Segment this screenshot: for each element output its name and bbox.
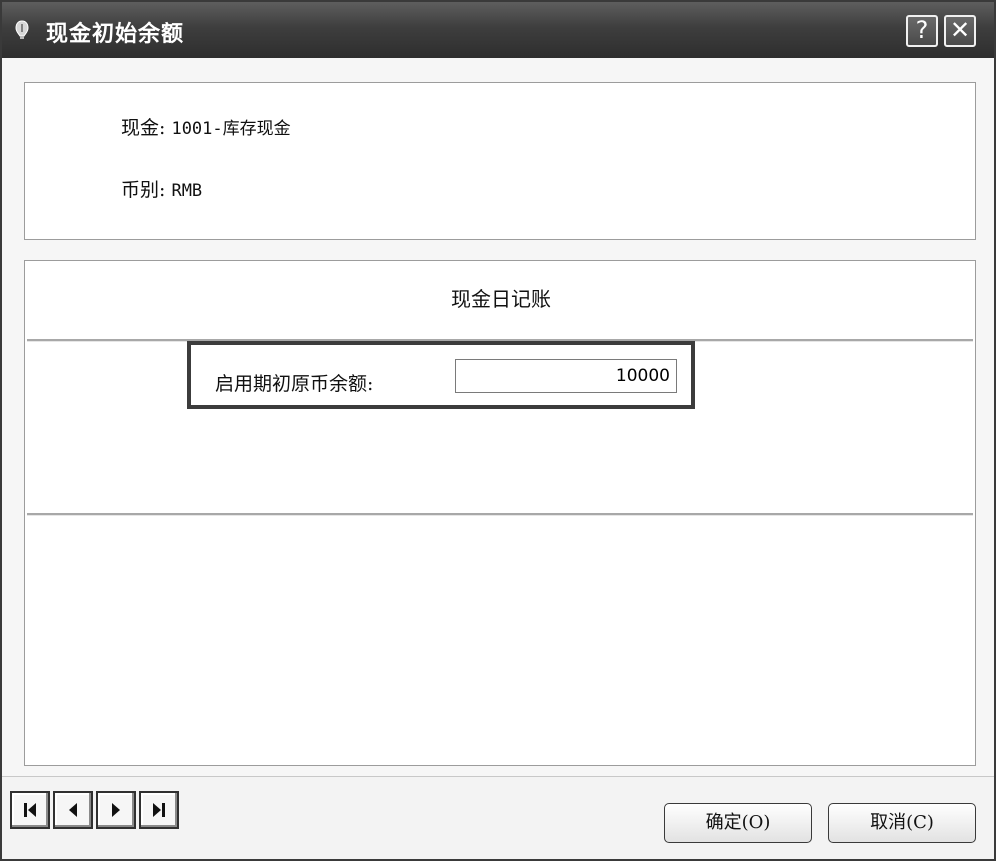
button-bar: 确定(O) 取消(C) — [2, 776, 994, 859]
cash-journal-panel: 现金日记账 启用期初原币余额: — [24, 260, 976, 766]
ok-button[interactable]: 确定(O) — [664, 803, 812, 843]
window-title: 现金初始余额 — [46, 21, 185, 47]
cash-account-row: 现金: 1001-库存现金 — [121, 113, 291, 140]
app-icon — [15, 20, 29, 39]
cancel-button[interactable]: 取消(C) — [828, 803, 976, 843]
currency-row: 币别: RMB — [121, 175, 202, 202]
account-info-panel: 现金: 1001-库存现金 币别: RMB — [24, 82, 976, 240]
opening-balance-group: 启用期初原币余额: — [187, 341, 695, 409]
previous-record-icon — [69, 803, 77, 817]
close-button[interactable]: ✕ — [944, 15, 976, 47]
last-record-icon — [153, 803, 165, 817]
currency-value: RMB — [171, 181, 203, 201]
next-record-icon — [112, 803, 120, 817]
cash-value: 1001-库存现金 — [171, 119, 291, 139]
title-bar[interactable]: 现金初始余额 ? ✕ — [2, 2, 994, 58]
cash-label: 现金: — [121, 117, 166, 139]
currency-label: 币别: — [121, 179, 166, 201]
first-record-button[interactable] — [10, 791, 50, 829]
next-record-button[interactable] — [96, 791, 136, 829]
divider-bottom — [27, 513, 973, 516]
first-record-icon — [24, 803, 36, 817]
last-record-button[interactable] — [139, 791, 179, 829]
opening-balance-label: 启用期初原币余额: — [215, 373, 374, 395]
previous-record-button[interactable] — [53, 791, 93, 829]
help-button[interactable]: ? — [906, 15, 938, 47]
dialog-window: 现金初始余额 ? ✕ 现金: 1001-库存现金 币别: RMB 现金日记账 启… — [0, 0, 996, 861]
opening-balance-input[interactable] — [455, 359, 677, 393]
dialog-body: 现金: 1001-库存现金 币别: RMB 现金日记账 启用期初原币余额: 10… — [2, 58, 994, 859]
journal-title: 现金日记账 — [451, 287, 551, 311]
